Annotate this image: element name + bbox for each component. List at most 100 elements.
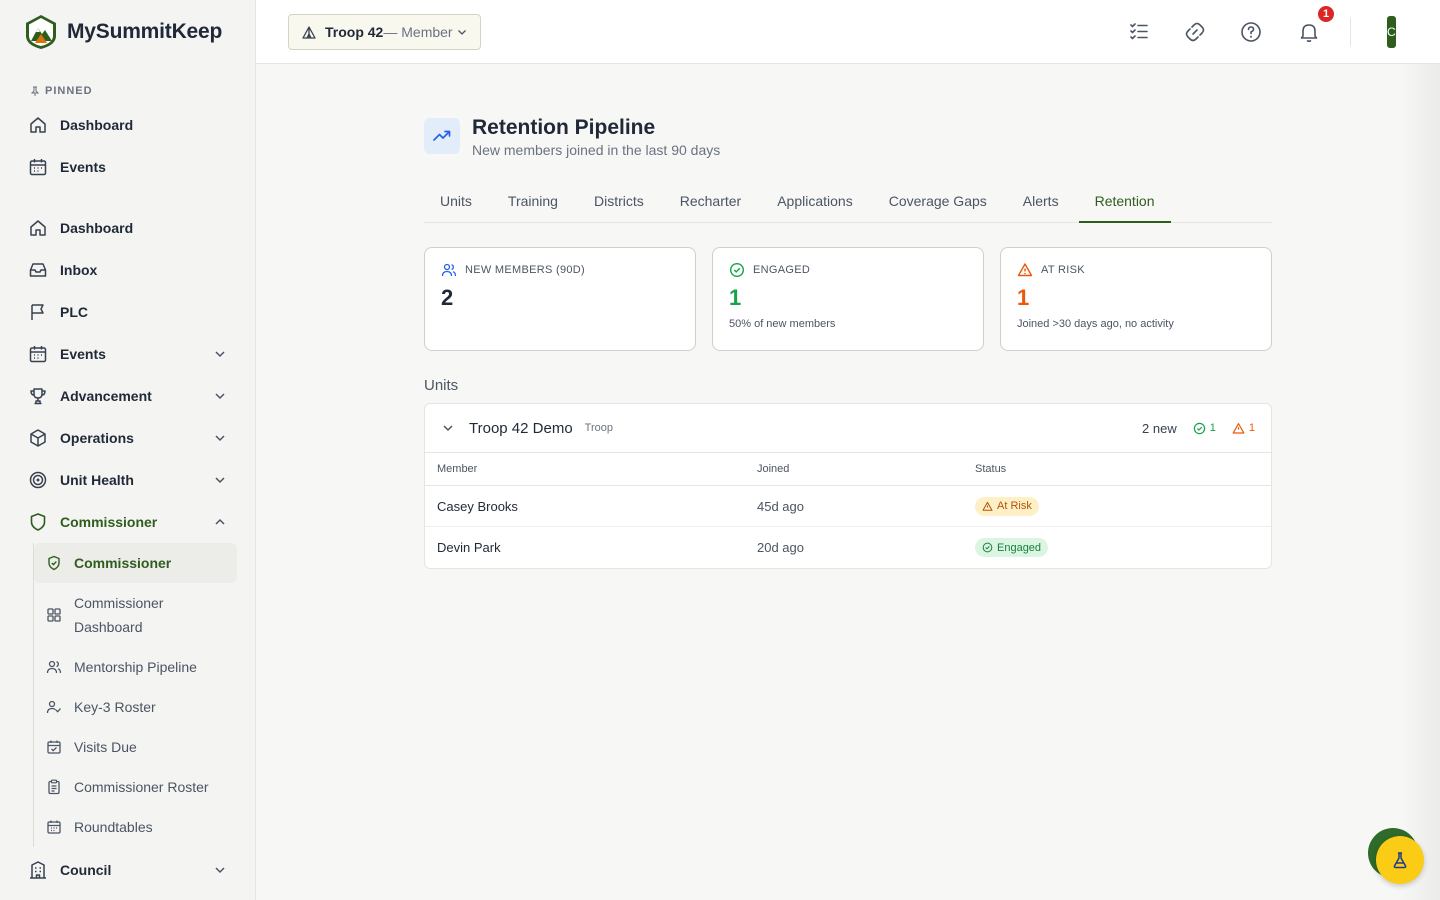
new-count: 2 new — [1142, 420, 1177, 436]
check-circle-icon — [729, 262, 745, 278]
units-section-label: Units — [424, 377, 459, 394]
flask-icon — [1393, 852, 1407, 869]
home-icon — [30, 117, 46, 133]
tab-units[interactable]: Units — [424, 186, 488, 223]
sidebar-item-dashboard[interactable]: Dashboard — [0, 207, 255, 249]
shield-check-icon — [48, 555, 60, 571]
engaged-count: 1 — [1209, 422, 1216, 434]
sidebar: MySummitKeep PINNED Dashboard Events Das… — [0, 0, 256, 900]
stat-note: 50% of new members — [729, 318, 836, 330]
stat-value: 2 — [441, 285, 454, 310]
topbar-separator — [1350, 18, 1351, 46]
sidebar-item-label: Commissioner — [60, 514, 158, 530]
sub-item-label: Visits Due — [74, 739, 137, 755]
sidebar-item-plc[interactable]: PLC — [0, 291, 255, 333]
risk-count: 1 — [1248, 422, 1255, 434]
unit-card-type: Troop — [584, 422, 613, 434]
risk-count-wrap: 1 — [1232, 422, 1255, 435]
tab-bar: Units Training Districts Recharter Appli… — [424, 186, 1272, 223]
table-row[interactable]: Devin Park 20d ago Engaged — [425, 527, 1271, 568]
pinned-events-label: Events — [60, 159, 106, 175]
pinned-section-label: PINNED — [0, 78, 255, 104]
brand[interactable]: MySummitKeep — [0, 0, 255, 64]
tab-retention[interactable]: Retention — [1078, 186, 1171, 223]
check-circle-icon — [982, 542, 993, 553]
status-badge: Engaged — [975, 538, 1049, 557]
sub-item-visits-due[interactable]: Visits Due — [34, 727, 237, 767]
sidebar-item-advancement[interactable]: Advancement — [0, 375, 255, 417]
unit-selector[interactable]: Troop 42 — Member — [288, 14, 481, 50]
column-status: Status — [975, 463, 1007, 475]
table-row[interactable]: Casey Brooks 45d ago At Risk — [425, 486, 1271, 527]
link-icon[interactable] — [1183, 20, 1207, 44]
flask-fab-button[interactable] — [1376, 836, 1424, 884]
unit-card: Troop 42 Demo Troop 2 new 1 1 Member Joi — [424, 403, 1272, 569]
tab-alerts[interactable]: Alerts — [1007, 186, 1075, 223]
warning-icon — [982, 501, 993, 511]
pinned-dashboard[interactable]: Dashboard — [0, 104, 255, 146]
stat-label: NEW MEMBERS (90D) — [465, 264, 585, 276]
calendar-check-icon — [47, 740, 61, 754]
building-icon — [30, 861, 46, 879]
bell-icon[interactable] — [1297, 20, 1321, 44]
sidebar-item-operations[interactable]: Operations — [0, 417, 255, 459]
sidebar-item-label: PLC — [60, 304, 88, 320]
member-name: Casey Brooks — [437, 498, 518, 514]
sub-item-label: Mentorship Pipeline — [74, 659, 197, 675]
tab-recharter[interactable]: Recharter — [664, 186, 757, 223]
calendar-icon — [29, 159, 47, 176]
unit-card-name: Troop 42 Demo — [469, 419, 573, 437]
help-icon[interactable] — [1239, 20, 1263, 44]
status-cell: Engaged — [975, 538, 1271, 557]
status-text: Engaged — [997, 541, 1042, 554]
sidebar-item-events[interactable]: Events — [0, 333, 255, 375]
tab-training[interactable]: Training — [492, 186, 574, 223]
sub-item-commissioner[interactable]: Commissioner — [34, 543, 237, 583]
stat-head: AT RISK — [1017, 262, 1255, 278]
box-icon — [30, 429, 46, 447]
column-joined: Joined — [757, 463, 790, 475]
sub-item-label: Commissioner — [74, 555, 172, 571]
pinned-events[interactable]: Events — [0, 146, 255, 188]
chevron-down-icon — [215, 351, 225, 358]
home-icon — [30, 220, 46, 236]
users-icon — [46, 660, 62, 674]
sub-item-roundtables[interactable]: Roundtables — [34, 807, 237, 847]
avatar[interactable]: C — [1387, 16, 1396, 48]
stat-cards: NEW MEMBERS (90D) 2 ENGAGED 1 50% of new… — [424, 247, 1272, 351]
stat-at-risk: AT RISK 1 Joined >30 days ago, no activi… — [1000, 247, 1272, 351]
sub-item-commissioner-roster[interactable]: Commissioner Roster — [34, 767, 237, 807]
tab-districts[interactable]: Districts — [578, 186, 660, 223]
stat-head: NEW MEMBERS (90D) — [441, 262, 679, 278]
sidebar-item-inbox[interactable]: Inbox — [0, 249, 255, 291]
sidebar-item-council[interactable]: Council — [0, 849, 255, 891]
sub-item-mentorship-pipeline[interactable]: Mentorship Pipeline — [34, 647, 237, 687]
sidebar-item-unit-health[interactable]: Unit Health — [0, 459, 255, 501]
tab-applications[interactable]: Applications — [761, 186, 869, 223]
sub-item-key3-roster[interactable]: Key-3 Roster — [34, 687, 237, 727]
chevron-down-icon[interactable] — [441, 421, 455, 435]
checklist-icon[interactable] — [1127, 20, 1151, 44]
pinned-dashboard-label: Dashboard — [60, 117, 134, 133]
sidebar-item-label: Advancement — [60, 388, 152, 404]
stat-value: 1 — [1017, 285, 1030, 310]
pinned-label: PINNED — [45, 85, 93, 97]
sidebar-item-label: Unit Health — [60, 472, 134, 488]
sub-item-commissioner-dashboard[interactable]: Commissioner Dashboard — [34, 583, 237, 647]
stat-value: 1 — [729, 285, 742, 310]
users-icon — [441, 263, 457, 277]
unit-card-summary: 2 new 1 1 — [1142, 421, 1255, 436]
brand-name: MySummitKeep — [67, 20, 223, 43]
unit-card-header[interactable]: Troop 42 Demo Troop 2 new 1 1 — [425, 404, 1271, 453]
tab-coverage-gaps[interactable]: Coverage Gaps — [873, 186, 1003, 223]
avatar-initial: C — [1387, 25, 1396, 39]
stat-label: ENGAGED — [753, 264, 811, 276]
page-header: Retention Pipeline New members joined in… — [424, 116, 720, 158]
stat-label: AT RISK — [1041, 264, 1085, 276]
member-name: Devin Park — [437, 540, 501, 555]
stat-note: Joined >30 days ago, no activity — [1017, 318, 1174, 330]
chevron-down-icon — [215, 393, 225, 400]
sub-item-label: Roundtables — [74, 819, 153, 835]
summitkeep-logo-icon — [26, 15, 56, 49]
sidebar-item-commissioner[interactable]: Commissioner — [0, 501, 255, 543]
